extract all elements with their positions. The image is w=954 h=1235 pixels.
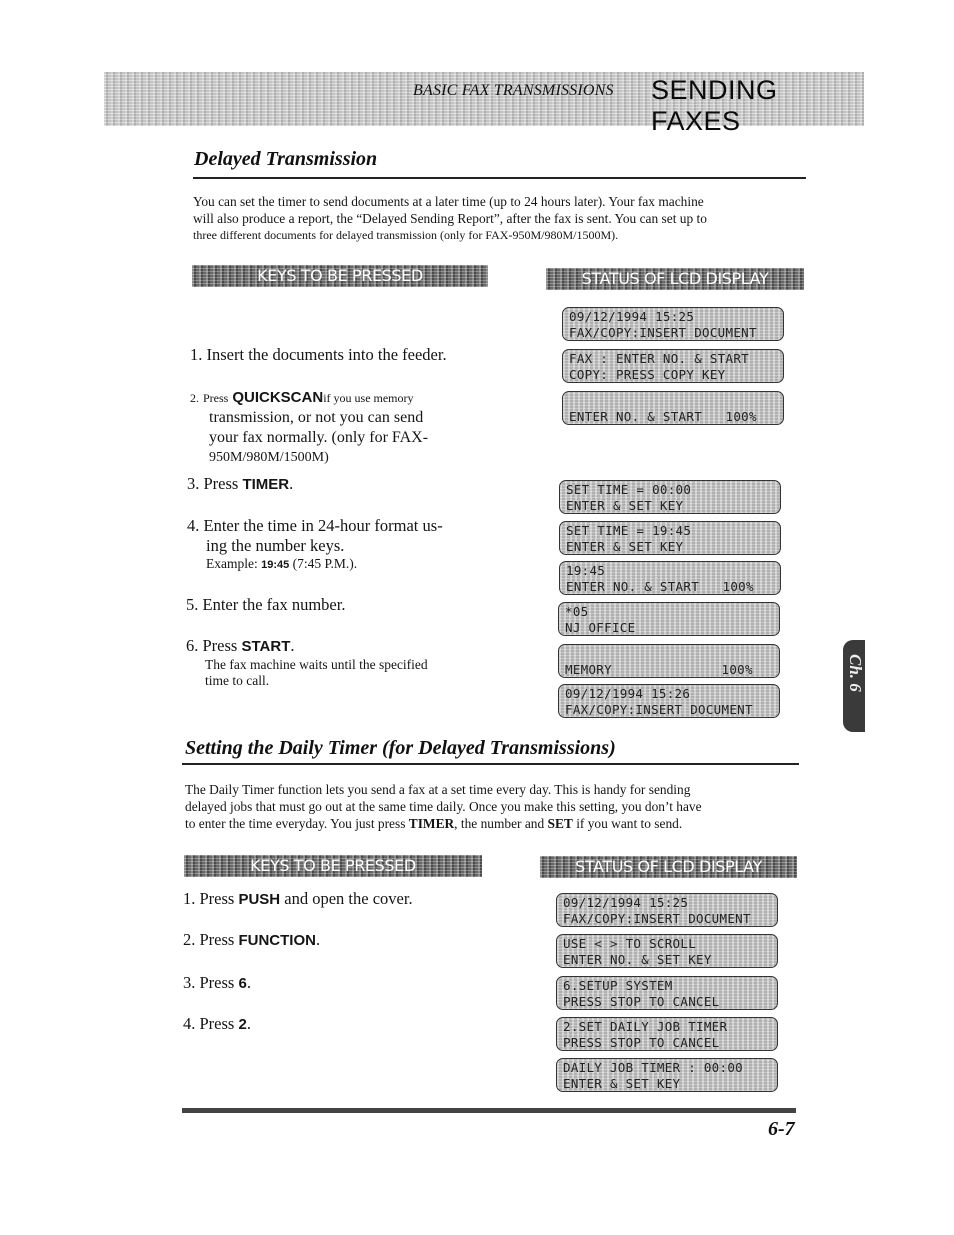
step-2: 2. Press QUICKSCANif you use memory tran…: [190, 389, 429, 465]
keys-to-be-pressed-label: KEYS TO BE PRESSED: [192, 265, 488, 287]
step-1: 1. Insert the documents into the feeder.: [190, 345, 447, 364]
lcd-label-text: STATUS OF LCD DISPLAY: [575, 857, 762, 876]
keys-to-be-pressed-label: KEYS TO BE PRESSED: [184, 855, 482, 877]
lcd-screen: 09/12/1994 15:25 FAX/COPY:INSERT DOCUMENT: [556, 893, 778, 927]
section2-intro: The Daily Timer function lets you send a…: [185, 781, 805, 832]
section-rule: [193, 177, 806, 179]
lcd-screen: DAILY JOB TIMER : 00:00 ENTER & SET KEY: [556, 1058, 778, 1092]
lcd-screen: 6.SETUP SYSTEM PRESS STOP TO CANCEL: [556, 976, 778, 1010]
step-2: 2. Press FUNCTION.: [183, 930, 321, 949]
intro-line: three different documents for delayed tr…: [193, 228, 619, 242]
chapter-tab-text: Ch. 6: [846, 654, 865, 692]
lcd-screen: *05 NJ OFFICE: [558, 602, 780, 636]
key-quickscan: QUICKSCAN: [232, 389, 324, 406]
step-3: 3. Press TIMER.: [187, 474, 294, 493]
footer-rule: [182, 1108, 796, 1113]
step-5: 5. Enter the fax number.: [186, 595, 346, 614]
section-title-delayed-transmission: Delayed Transmission: [194, 148, 378, 170]
lcd-status-label: STATUS OF LCD DISPLAY: [540, 856, 797, 878]
lcd-screen: ENTER NO. & START 100%: [562, 391, 784, 425]
step-4: 4. Press 2.: [183, 1014, 251, 1033]
keys-label-text: KEYS TO BE PRESSED: [257, 266, 423, 285]
lcd-screen: 19:45 ENTER NO. & START 100%: [559, 561, 781, 595]
step-1: 1. Press PUSH and open the cover.: [183, 889, 413, 908]
intro-line: The Daily Timer function lets you send a…: [185, 782, 691, 797]
key-6: 6: [238, 975, 247, 992]
step-3: 3. Press 6.: [183, 973, 251, 992]
lcd-screen: SET TIME = 00:00 ENTER & SET KEY: [559, 480, 781, 514]
section1-intro: You can set the timer to send documents …: [193, 193, 813, 244]
keys-label-text: KEYS TO BE PRESSED: [250, 856, 416, 875]
chapter-tab: Ch. 6: [843, 640, 865, 732]
step-4-example: Example: 19:45 (7:45 P.M.).: [206, 556, 358, 571]
lcd-screen: MEMORY 100%: [558, 644, 780, 678]
key-function: FUNCTION: [238, 932, 316, 949]
header-title: SENDING FAXES: [651, 75, 778, 136]
key-2: 2: [238, 1016, 247, 1033]
intro-line: to enter the time everyday. You just pre…: [185, 816, 683, 831]
step-4: 4. Enter the time in 24-hour format us- …: [187, 516, 497, 573]
lcd-screen: SET TIME = 19:45 ENTER & SET KEY: [559, 521, 781, 555]
header-subtitle: BASIC FAX TRANSMISSIONS: [413, 82, 614, 99]
step-6: 6. Press START. The fax machine waits un…: [186, 636, 428, 688]
lcd-screen: 09/12/1994 15:26 FAX/COPY:INSERT DOCUMENT: [558, 684, 780, 718]
section-rule: [182, 763, 799, 765]
intro-line: You can set the timer to send documents …: [193, 194, 704, 209]
lcd-status-label: STATUS OF LCD DISPLAY: [546, 268, 804, 290]
lcd-screen: 09/12/1994 15:25 FAX/COPY:INSERT DOCUMENT: [562, 307, 784, 341]
lcd-screen: 2.SET DAILY JOB TIMER PRESS STOP TO CANCE…: [556, 1017, 778, 1051]
key-push: PUSH: [238, 891, 281, 908]
section-title-daily-timer: Setting the Daily Timer (for Delayed Tra…: [185, 737, 616, 759]
key-timer: TIMER: [242, 476, 290, 493]
lcd-screen: FAX : ENTER NO. & START COPY: PRESS COPY …: [562, 349, 784, 383]
intro-line: will also produce a report, the “Delayed…: [193, 211, 707, 226]
page-number: 6-7: [768, 1118, 795, 1140]
key-start: START: [241, 638, 291, 655]
lcd-screen: USE < > TO SCROLL ENTER NO. & SET KEY: [556, 934, 778, 968]
lcd-label-text: STATUS OF LCD DISPLAY: [581, 269, 769, 288]
intro-line: delayed jobs that must go out at the sam…: [185, 799, 702, 814]
header-band: BASIC FAX TRANSMISSIONS SENDING FAXES: [104, 72, 864, 136]
